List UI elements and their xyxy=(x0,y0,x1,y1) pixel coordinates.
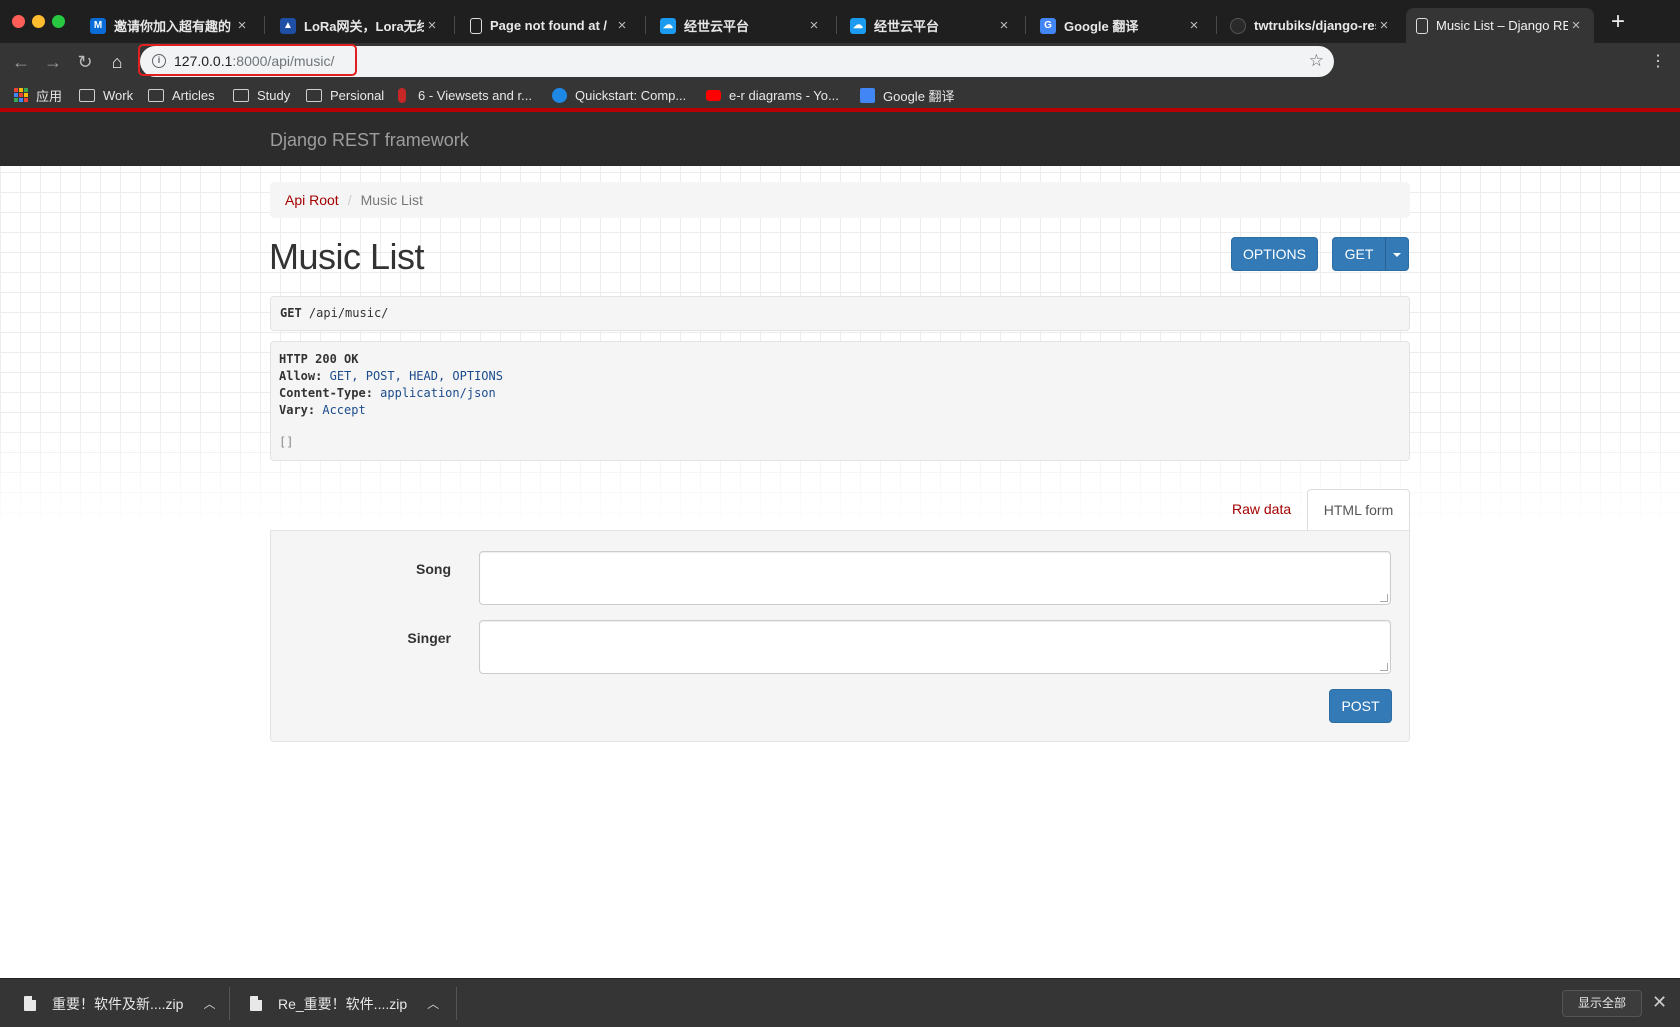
request-info: GET /api/music/ xyxy=(270,296,1410,331)
edge-icon xyxy=(552,87,567,103)
request-path: /api/music/ xyxy=(308,306,389,320)
song-field[interactable] xyxy=(479,551,1391,605)
translate-icon: G xyxy=(1040,17,1056,34)
back-icon[interactable]: ← xyxy=(8,49,34,75)
song-label: Song xyxy=(416,561,451,577)
tab-close-icon[interactable]: × xyxy=(806,17,822,34)
drf-navbar: Django REST framework xyxy=(0,112,1680,166)
github-icon xyxy=(1230,17,1246,34)
chevron-up-icon[interactable]: ︿ xyxy=(203,995,215,1012)
tab-raw-data[interactable]: Raw data xyxy=(1232,501,1291,517)
response-info: HTTP 200 OK Allow: GET, POST, HEAD, OPTI… xyxy=(270,341,1410,461)
page-title: Music List xyxy=(269,236,425,277)
home-icon[interactable]: ⌂ xyxy=(104,49,130,75)
browser-tab[interactable]: M 邀请你加入超有趣的 CSDN × xyxy=(80,8,260,43)
breadcrumb: Api Root / Music List xyxy=(270,182,1410,218)
response-body: [] xyxy=(279,435,294,449)
bookmark-folder[interactable]: Persional xyxy=(306,84,384,106)
caret-down-icon xyxy=(1393,253,1401,257)
options-button[interactable]: OPTIONS xyxy=(1231,237,1318,271)
bookmark-star-icon[interactable]: ☆ xyxy=(1309,51,1324,71)
close-icon[interactable]: ✕ xyxy=(1652,992,1667,1013)
new-tab-button[interactable]: + xyxy=(1606,10,1630,34)
browser-tab[interactable]: Page not found at / × xyxy=(460,8,640,43)
folder-icon xyxy=(306,88,322,102)
breadcrumb-current: Music List xyxy=(360,192,423,208)
bookmark-folder[interactable]: Study xyxy=(233,84,290,106)
translate-icon xyxy=(860,87,875,103)
mail-icon: M xyxy=(90,17,106,34)
tab-close-icon[interactable]: × xyxy=(1568,17,1584,34)
post-button[interactable]: POST xyxy=(1329,689,1392,723)
forward-icon[interactable]: → xyxy=(40,49,66,75)
page-icon xyxy=(1416,17,1428,34)
tab-html-form[interactable]: HTML form xyxy=(1307,489,1410,531)
bookmarks-bar: 应用 Work Articles Study Persional 6 - Vie… xyxy=(0,80,1680,112)
browser-tab-active[interactable]: Music List – Django REST framework × xyxy=(1406,8,1594,43)
window-close-button[interactable] xyxy=(12,15,25,28)
get-format-dropdown[interactable] xyxy=(1385,237,1409,271)
singer-field[interactable] xyxy=(479,620,1391,674)
reload-icon[interactable]: ↻ xyxy=(72,49,98,75)
request-method: GET xyxy=(280,306,302,320)
tab-close-icon[interactable]: × xyxy=(234,17,250,34)
url-highlight-annotation xyxy=(138,44,357,76)
bookmark-icon xyxy=(398,87,406,103)
header-key: Allow: xyxy=(279,369,323,383)
folder-icon xyxy=(148,88,164,102)
download-item[interactable]: 重要！软件及新....zip ︿ xyxy=(24,979,215,1027)
bookmark-apps[interactable]: 应用 xyxy=(14,84,62,106)
resize-handle[interactable] xyxy=(1380,663,1388,671)
chevron-up-icon[interactable]: ︿ xyxy=(427,995,439,1012)
header-key: Vary: xyxy=(279,403,316,417)
resize-handle[interactable] xyxy=(1380,594,1388,602)
get-button[interactable]: GET xyxy=(1332,237,1386,271)
folder-icon xyxy=(79,88,95,102)
brand-link[interactable]: Django REST framework xyxy=(270,130,469,151)
lora-icon: ▲ xyxy=(280,17,296,34)
download-shelf: 重要！软件及新....zip ︿ Re_重要！软件....zip ︿ 显示全部 … xyxy=(0,978,1680,1027)
bookmark-item[interactable]: 6 - Viewsets and r... xyxy=(398,84,532,106)
bookmark-item[interactable]: Google 翻译 xyxy=(860,84,955,106)
bookmark-folder[interactable]: Articles xyxy=(148,84,215,106)
file-icon xyxy=(250,996,262,1011)
tab-close-icon[interactable]: × xyxy=(424,17,440,34)
file-icon xyxy=(24,996,36,1011)
cloud-icon: ☁ xyxy=(850,17,866,34)
bookmark-item[interactable]: Quickstart: Comp... xyxy=(552,84,686,106)
header-value: application/json xyxy=(380,386,496,400)
browser-tab-strip: M 邀请你加入超有趣的 CSDN × ▲ LoRa网关，Lora无线数传 × P… xyxy=(0,0,1680,43)
browser-tab[interactable]: ▲ LoRa网关，Lora无线数传 × xyxy=(270,8,450,43)
breadcrumb-api-root[interactable]: Api Root xyxy=(285,192,339,208)
tab-close-icon[interactable]: × xyxy=(996,17,1012,34)
post-form: Song Singer POST xyxy=(270,530,1410,742)
browser-tab[interactable]: ☁ 经世云平台 × xyxy=(650,8,832,43)
browser-tab[interactable]: G Google 翻译 × xyxy=(1030,8,1212,43)
header-value: Accept xyxy=(322,403,366,417)
show-all-button[interactable]: 显示全部 xyxy=(1562,990,1642,1017)
apps-grid-icon xyxy=(14,88,28,102)
menu-kebab-icon[interactable]: ⋮ xyxy=(1645,49,1671,75)
window-maximize-button[interactable] xyxy=(52,15,65,28)
bookmark-item[interactable]: e-r diagrams - Yo... xyxy=(706,84,839,106)
header-value: GET, POST, HEAD, OPTIONS xyxy=(329,369,503,383)
page-icon xyxy=(470,17,482,34)
tab-close-icon[interactable]: × xyxy=(1376,17,1392,34)
cloud-icon: ☁ xyxy=(660,17,676,34)
response-status: HTTP 200 OK xyxy=(279,352,359,366)
tab-close-icon[interactable]: × xyxy=(614,17,630,34)
browser-tab[interactable]: twtrubiks/django-rest-framework × xyxy=(1220,8,1402,43)
youtube-icon xyxy=(706,89,721,101)
window-minimize-button[interactable] xyxy=(32,15,45,28)
download-item[interactable]: Re_重要！软件....zip ︿ xyxy=(250,979,439,1027)
header-key: Content-Type: xyxy=(279,386,373,400)
tab-close-icon[interactable]: × xyxy=(1186,17,1202,34)
folder-icon xyxy=(233,88,249,102)
breadcrumb-separator: / xyxy=(347,192,352,208)
browser-tab[interactable]: ☁ 经世云平台 × xyxy=(840,8,1022,43)
singer-label: Singer xyxy=(407,630,451,646)
bookmark-folder[interactable]: Work xyxy=(79,84,133,106)
